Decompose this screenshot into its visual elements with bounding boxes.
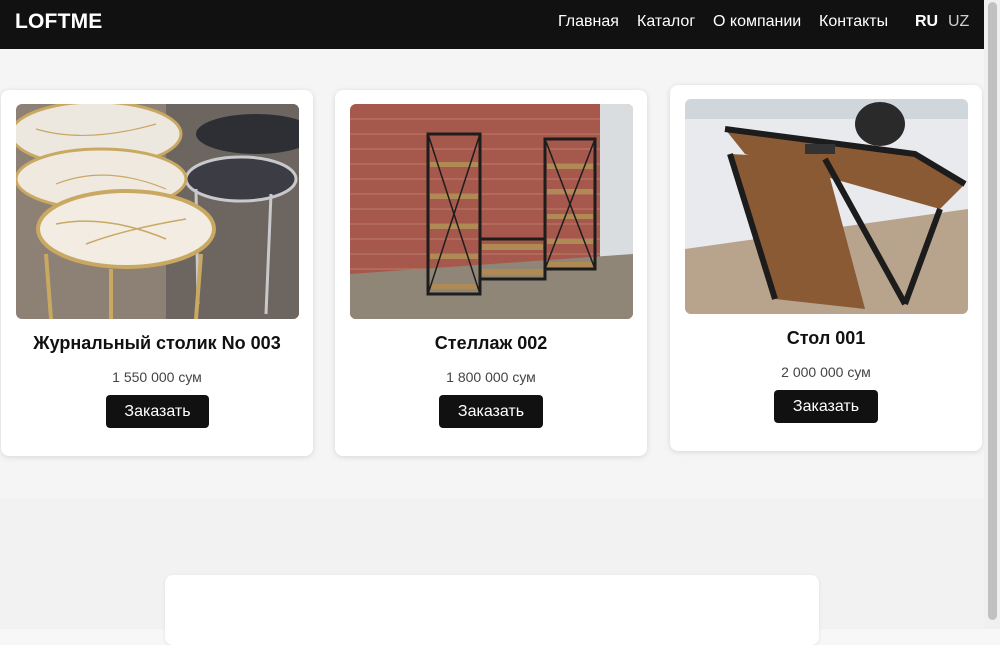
marble-coffee-tables-photo xyxy=(16,104,299,319)
product-card: Журнальный столик No 003 1 550 000 сум З… xyxy=(1,90,313,456)
product-photo[interactable] xyxy=(16,104,299,319)
order-button[interactable]: Заказать xyxy=(439,395,543,428)
product-card: Стол 001 2 000 000 сум Заказать xyxy=(670,85,982,451)
product-photo[interactable] xyxy=(350,104,633,319)
product-card: Стеллаж 002 1 800 000 сум Заказать xyxy=(335,90,647,456)
loft-shelving-photo xyxy=(350,104,633,319)
page-scrollbar[interactable] xyxy=(984,0,1000,629)
product-name: Стеллаж 002 xyxy=(434,333,548,353)
office-desk-photo xyxy=(685,99,968,314)
order-button[interactable]: Заказать xyxy=(106,395,209,428)
site-logo[interactable]: LOFTME xyxy=(15,10,103,34)
product-price: 2 000 000 сум xyxy=(781,364,871,380)
product-name: Стол 001 xyxy=(786,328,866,348)
order-button[interactable]: Заказать xyxy=(774,390,878,423)
top-navbar: LOFTME Главная Каталог О компании Контак… xyxy=(0,0,984,49)
product-price: 1 550 000 сум xyxy=(112,369,202,385)
content-panel xyxy=(165,575,819,645)
nav-link-contacts[interactable]: Контакты xyxy=(819,13,888,31)
scrollbar-thumb[interactable] xyxy=(988,2,997,620)
nav-link-catalog[interactable]: Каталог xyxy=(637,13,695,31)
nav-link-about[interactable]: О компании xyxy=(713,13,801,31)
lang-ru-button[interactable]: RU xyxy=(915,13,938,31)
product-name: Журнальный столик No 003 xyxy=(33,333,281,353)
product-photo[interactable] xyxy=(685,99,968,314)
nav-link-home[interactable]: Главная xyxy=(558,13,619,31)
product-price: 1 800 000 сум xyxy=(446,369,536,385)
lang-uz-button[interactable]: UZ xyxy=(948,13,969,31)
